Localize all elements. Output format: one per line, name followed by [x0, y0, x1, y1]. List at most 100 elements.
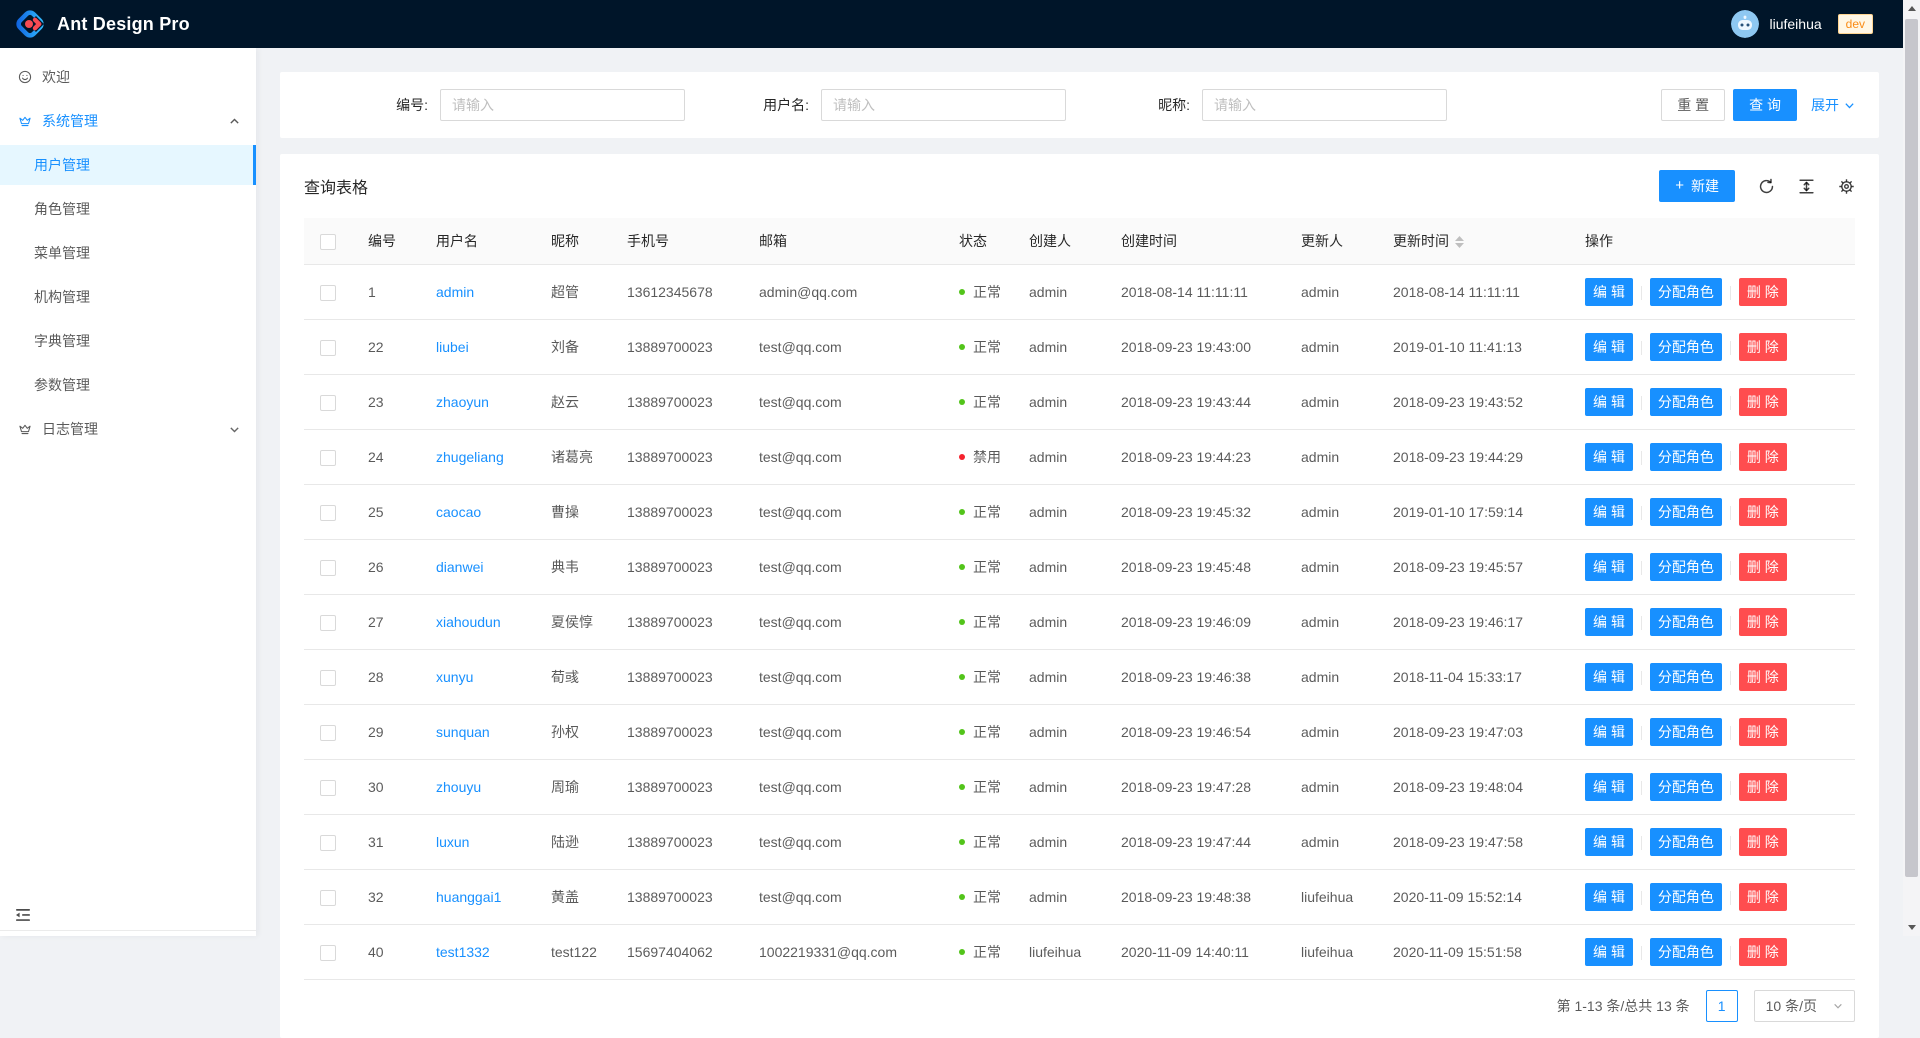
edit-button[interactable]: 编 辑: [1585, 278, 1633, 306]
scroll-up-arrow-icon[interactable]: [1903, 0, 1920, 17]
delete-button[interactable]: 删 除: [1739, 883, 1787, 911]
reload-icon[interactable]: [1758, 178, 1775, 195]
username-link[interactable]: zhaoyun: [436, 394, 489, 410]
user-avatar[interactable]: [1731, 10, 1759, 38]
sidebar-item-role-management[interactable]: 角色管理: [0, 189, 256, 229]
row-checkbox[interactable]: [320, 285, 336, 301]
username-input[interactable]: [821, 89, 1066, 121]
sidebar-item-user-management[interactable]: 用户管理: [0, 145, 256, 185]
column-header-更新时间[interactable]: 更新时间: [1377, 218, 1569, 265]
sidebar-item-dict-management[interactable]: 字典管理: [0, 321, 256, 361]
page-scrollbar[interactable]: [1903, 0, 1920, 936]
user-name[interactable]: liufeihua: [1769, 16, 1821, 32]
username-link[interactable]: xunyu: [436, 669, 473, 685]
username-link[interactable]: huanggai1: [436, 889, 501, 905]
username-link[interactable]: admin: [436, 284, 474, 300]
assign-role-button[interactable]: 分配角色: [1650, 278, 1722, 306]
row-checkbox[interactable]: [320, 725, 336, 741]
delete-button[interactable]: 删 除: [1739, 443, 1787, 471]
edit-button[interactable]: 编 辑: [1585, 553, 1633, 581]
scroll-down-arrow-icon[interactable]: [1903, 919, 1920, 936]
username-link[interactable]: sunquan: [436, 724, 490, 740]
username-link[interactable]: liubei: [436, 339, 469, 355]
sidebar-item-system-management[interactable]: 系统管理: [0, 101, 256, 141]
density-icon[interactable]: [1798, 178, 1815, 195]
delete-button[interactable]: 删 除: [1739, 608, 1787, 636]
delete-button[interactable]: 删 除: [1739, 553, 1787, 581]
username-link[interactable]: xiahoudun: [436, 614, 501, 630]
row-checkbox[interactable]: [320, 615, 336, 631]
assign-role-button[interactable]: 分配角色: [1650, 388, 1722, 416]
assign-role-button[interactable]: 分配角色: [1650, 443, 1722, 471]
username-link[interactable]: caocao: [436, 504, 481, 520]
sidebar-item-welcome[interactable]: 欢迎: [0, 57, 256, 97]
row-checkbox[interactable]: [320, 890, 336, 906]
edit-button[interactable]: 编 辑: [1585, 718, 1633, 746]
edit-button[interactable]: 编 辑: [1585, 663, 1633, 691]
delete-button[interactable]: 删 除: [1739, 388, 1787, 416]
assign-role-button[interactable]: 分配角色: [1650, 938, 1722, 966]
delete-button[interactable]: 删 除: [1739, 828, 1787, 856]
cell-updated-at: 2018-11-04 15:33:17: [1377, 650, 1569, 705]
table-row: 26dianwei典韦13889700023test@qq.com正常admin…: [304, 540, 1855, 595]
assign-role-button[interactable]: 分配角色: [1650, 663, 1722, 691]
new-button[interactable]: + 新建: [1659, 170, 1735, 202]
edit-button[interactable]: 编 辑: [1585, 938, 1633, 966]
delete-button[interactable]: 删 除: [1739, 333, 1787, 361]
username-link[interactable]: luxun: [436, 834, 469, 850]
delete-button[interactable]: 删 除: [1739, 718, 1787, 746]
row-checkbox[interactable]: [320, 835, 336, 851]
select-all-checkbox[interactable]: [320, 234, 336, 250]
sidebar-item-param-management[interactable]: 参数管理: [0, 365, 256, 405]
row-checkbox[interactable]: [320, 340, 336, 356]
edit-button[interactable]: 编 辑: [1585, 498, 1633, 526]
reset-button[interactable]: 重 置: [1661, 89, 1725, 121]
menu-fold-icon[interactable]: [14, 906, 32, 924]
assign-role-button[interactable]: 分配角色: [1650, 718, 1722, 746]
assign-role-button[interactable]: 分配角色: [1650, 553, 1722, 581]
edit-button[interactable]: 编 辑: [1585, 828, 1633, 856]
sidebar-item-log-management[interactable]: 日志管理: [0, 409, 256, 449]
assign-role-button[interactable]: 分配角色: [1650, 828, 1722, 856]
username-link[interactable]: dianwei: [436, 559, 483, 575]
username-link[interactable]: zhouyu: [436, 779, 481, 795]
scrollbar-thumb[interactable]: [1905, 19, 1918, 877]
assign-role-button[interactable]: 分配角色: [1650, 608, 1722, 636]
assign-role-button[interactable]: 分配角色: [1650, 333, 1722, 361]
username-link[interactable]: test1332: [436, 944, 490, 960]
column-header-label: 用户名: [436, 233, 478, 249]
delete-button[interactable]: 删 除: [1739, 278, 1787, 306]
edit-button[interactable]: 编 辑: [1585, 333, 1633, 361]
id-input[interactable]: [440, 89, 685, 121]
edit-button[interactable]: 编 辑: [1585, 608, 1633, 636]
delete-button[interactable]: 删 除: [1739, 938, 1787, 966]
sidebar-item-org-management[interactable]: 机构管理: [0, 277, 256, 317]
username-link[interactable]: zhugeliang: [436, 449, 504, 465]
edit-button[interactable]: 编 辑: [1585, 773, 1633, 801]
sorter-icon[interactable]: [1455, 236, 1464, 248]
expand-link[interactable]: 展开: [1811, 95, 1855, 115]
page-1-button[interactable]: 1: [1706, 990, 1738, 1022]
row-checkbox[interactable]: [320, 505, 336, 521]
settings-gear-icon[interactable]: [1838, 178, 1855, 195]
edit-button[interactable]: 编 辑: [1585, 443, 1633, 471]
delete-button[interactable]: 删 除: [1739, 773, 1787, 801]
app-logo[interactable]: Ant Design Pro: [14, 8, 190, 40]
row-checkbox[interactable]: [320, 395, 336, 411]
row-checkbox[interactable]: [320, 560, 336, 576]
delete-button[interactable]: 删 除: [1739, 663, 1787, 691]
sidebar-item-menu-management[interactable]: 菜单管理: [0, 233, 256, 273]
row-checkbox[interactable]: [320, 945, 336, 961]
query-button[interactable]: 查 询: [1733, 89, 1797, 121]
row-checkbox[interactable]: [320, 450, 336, 466]
assign-role-button[interactable]: 分配角色: [1650, 883, 1722, 911]
page-size-select[interactable]: 10 条/页: [1754, 990, 1855, 1022]
row-checkbox[interactable]: [320, 780, 336, 796]
delete-button[interactable]: 删 除: [1739, 498, 1787, 526]
assign-role-button[interactable]: 分配角色: [1650, 773, 1722, 801]
edit-button[interactable]: 编 辑: [1585, 883, 1633, 911]
nickname-input[interactable]: [1202, 89, 1447, 121]
row-checkbox[interactable]: [320, 670, 336, 686]
assign-role-button[interactable]: 分配角色: [1650, 498, 1722, 526]
edit-button[interactable]: 编 辑: [1585, 388, 1633, 416]
